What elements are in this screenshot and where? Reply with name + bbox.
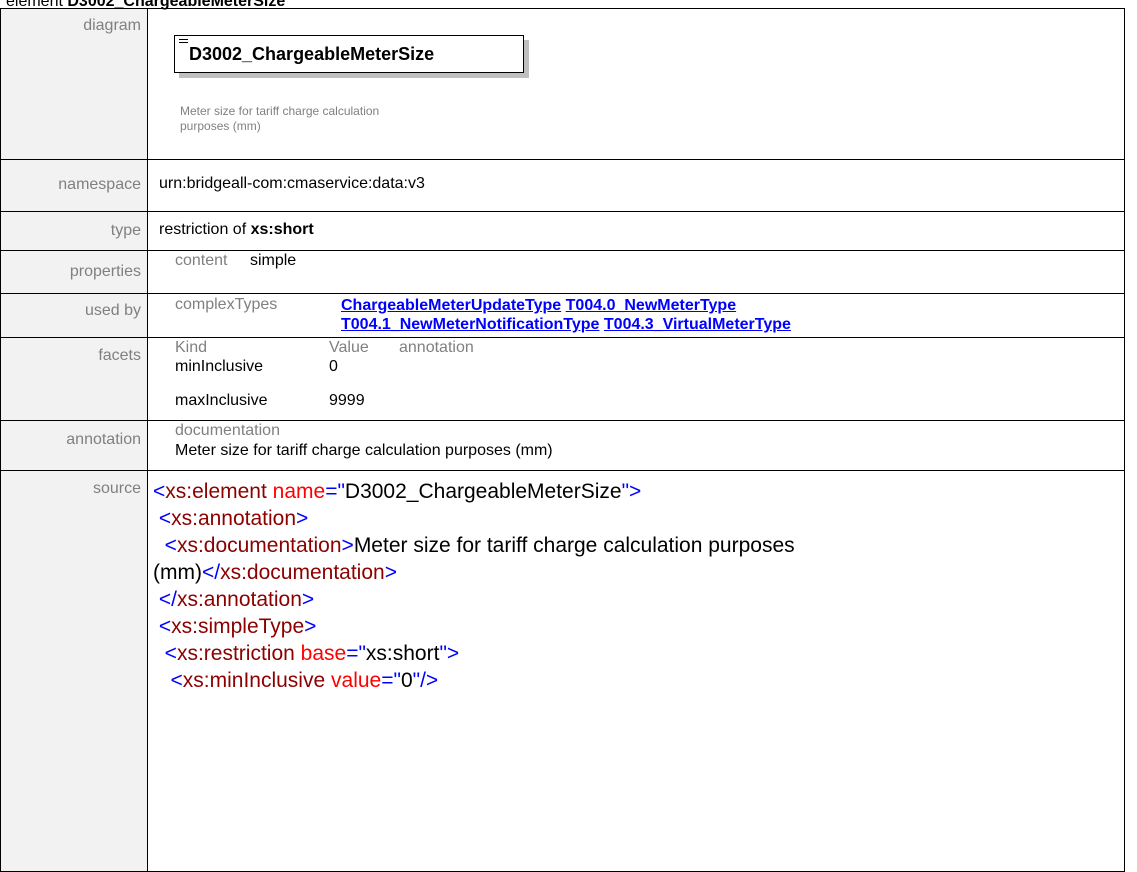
namespace-value: urn:bridgeall-com:cmaservice:data:v3 — [159, 175, 425, 192]
row-namespace: namespace urn:bridgeall-com:cmaservice:d… — [1, 160, 1124, 212]
row-facets: facets Kind Value annotation minInclusiv… — [1, 338, 1124, 421]
facet-value: 9999 — [329, 392, 365, 409]
row-used-by: used by complexTypes ChargeableMeterUpda… — [1, 294, 1124, 338]
diagram-cell: D3002_ChargeableMeterSize Meter size for… — [148, 9, 1124, 159]
link-t004-1-new-meter-notification-type[interactable]: T004.1_NewMeterNotificationType — [341, 316, 599, 333]
facet-kind: minInclusive — [175, 358, 264, 375]
row-label: used by — [1, 294, 148, 337]
row-label: type — [1, 212, 148, 250]
type-value: restriction of xs:short — [159, 221, 314, 238]
diagram-element-name: D3002_ChargeableMeterSize — [189, 44, 435, 64]
source-code: <xs:element name="D3002_ChargeableMeterS… — [148, 471, 1124, 871]
element-documentation-table: diagram D3002_ChargeableMeterSize Meter … — [0, 8, 1125, 872]
element-list-icon — [179, 39, 188, 47]
row-diagram: diagram D3002_ChargeableMeterSize Meter … — [1, 9, 1124, 160]
xml-source: <xs:element name="D3002_ChargeableMeterS… — [153, 480, 795, 692]
facet-value: 0 — [329, 358, 338, 375]
link-t004-3-virtual-meter-type[interactable]: T004.3_VirtualMeterType — [604, 316, 791, 333]
used-by-value: complexTypes ChargeableMeterUpdateType T… — [175, 296, 791, 333]
row-properties: properties content simple — [1, 251, 1124, 294]
row-label: properties — [1, 251, 148, 293]
row-label: source — [1, 471, 148, 871]
row-label: facets — [1, 338, 148, 420]
row-type: type restriction of xs:short — [1, 212, 1124, 251]
annotation-value: documentation Meter size for tariff char… — [175, 422, 553, 459]
row-label: annotation — [1, 421, 148, 470]
row-label: namespace — [1, 160, 148, 211]
properties-value: content simple — [175, 252, 297, 269]
link-chargeable-meter-update-type[interactable]: ChargeableMeterUpdateType — [341, 297, 561, 314]
diagram-documentation: Meter size for tariff charge calculation… — [180, 104, 380, 133]
facet-kind: maxInclusive — [175, 392, 268, 409]
link-t004-0-new-meter-type[interactable]: T004.0_NewMeterType — [566, 297, 736, 314]
facets-value: Kind Value annotation minInclusive 0 max… — [175, 339, 474, 409]
element-diagram-box: D3002_ChargeableMeterSize — [174, 35, 524, 73]
row-source: source <xs:element name="D3002_Chargeabl… — [1, 471, 1124, 872]
row-annotation: annotation documentation Meter size for … — [1, 421, 1124, 471]
row-label: diagram — [1, 9, 148, 159]
